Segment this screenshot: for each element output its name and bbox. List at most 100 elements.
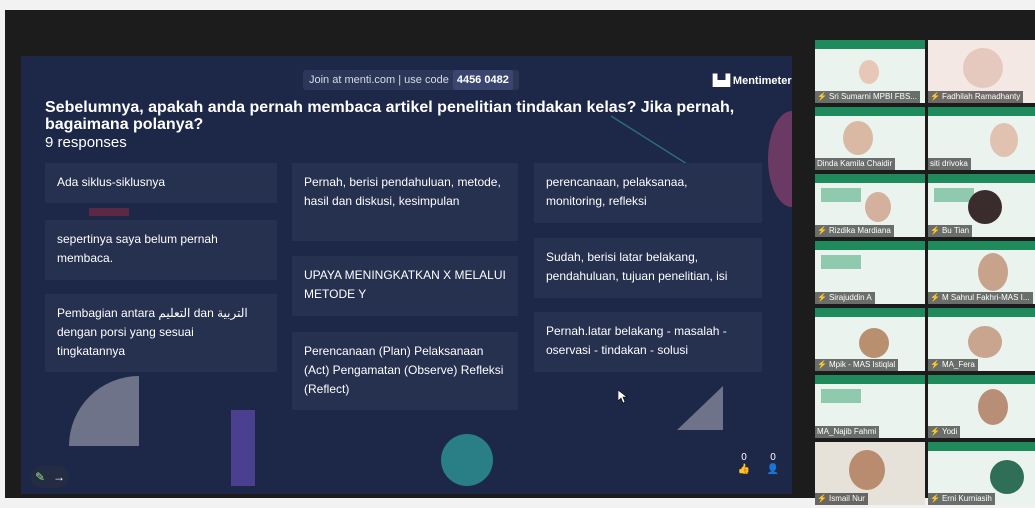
participant-tile[interactable]: siti drivoka	[928, 107, 1035, 170]
participant-tile[interactable]: ⚡ Ismail Nur	[815, 442, 925, 505]
participant-tile[interactable]: Dinda Kamila Chaidir	[815, 107, 925, 170]
slide-band	[815, 308, 925, 317]
slide-band	[815, 40, 925, 49]
slide-text	[934, 188, 974, 202]
mentimeter-brand: ▙▟ Mentimeter	[713, 74, 792, 87]
thumbs-up-icon: 👍	[737, 464, 751, 475]
participant-name: MA_Najib Fahmi	[815, 426, 880, 438]
participant-name: siti drivoka	[928, 158, 971, 170]
slide-band	[928, 107, 1035, 116]
mic-muted-icon: ⚡	[930, 360, 940, 369]
question-title: Sebelumnya, apakah anda pernah membaca a…	[45, 99, 735, 133]
mic-muted-icon: ⚡	[930, 494, 940, 503]
slide-band	[815, 174, 925, 183]
reactions-count: 0	[741, 452, 747, 463]
participant-tile[interactable]: ⚡ Fadhilah Ramadhanty	[928, 40, 1035, 103]
person-icon: 👤	[766, 464, 780, 475]
slide-band	[928, 375, 1035, 384]
slide-band	[815, 107, 925, 116]
participant-tile[interactable]: ⚡ MA_Fera	[928, 308, 1035, 371]
response-card: Sudah, berisi latar belakang, pendahulua…	[534, 238, 762, 298]
participant-face	[859, 60, 879, 84]
response-card: Pernah, berisi pendahuluan, metode, hasi…	[292, 163, 518, 241]
slide-band	[928, 308, 1035, 317]
participant-tile[interactable]: ⚡ Bu Tian	[928, 174, 1035, 237]
participant-tile[interactable]: ⚡ Sri Sumarni MPBI FBS...	[815, 40, 925, 103]
meeting-window: Join at menti.com | use code 4456 0482 ▙▟…	[5, 10, 1035, 505]
mic-muted-icon: ⚡	[817, 494, 827, 503]
slide-text	[821, 188, 861, 202]
response-card: UPAYA MENINGKATKAN X MELALUI METODE Y	[292, 256, 518, 316]
mic-muted-icon: ⚡	[930, 427, 940, 436]
shared-screen: Join at menti.com | use code 4456 0482 ▙▟…	[21, 56, 792, 494]
mic-muted-icon: ⚡	[817, 360, 827, 369]
participant-tile[interactable]: ⚡ M Sahrul Fakhri-MAS I...	[928, 241, 1035, 304]
pink-half-circle-shape	[768, 111, 792, 207]
participant-face	[843, 121, 873, 155]
red-strip-shape	[89, 208, 129, 216]
participant-tile[interactable]: ⚡ Mpik - MAS Istiqlal	[815, 308, 925, 371]
participant-face	[990, 123, 1018, 157]
reactions-indicator: 0 👍	[737, 452, 751, 476]
participant-tile[interactable]: MA_Najib Fahmi	[815, 375, 925, 438]
participants-indicator: 0 👤	[766, 452, 780, 476]
participant-name: ⚡ Bu Tian	[928, 225, 973, 237]
participant-tile[interactable]: ⚡ Erni Kurniasih	[928, 442, 1035, 505]
mentimeter-logo-icon: ▙▟	[713, 75, 730, 87]
response-card: sepertinya saya belum pernah membaca.	[45, 220, 277, 280]
triangle-shape	[677, 386, 723, 430]
mic-muted-icon: ⚡	[817, 92, 827, 101]
slide-text	[821, 255, 861, 269]
participant-name: ⚡ Mpik - MAS Istiqlal	[815, 359, 899, 371]
mouse-cursor-icon	[618, 390, 628, 404]
screen: Join at menti.com | use code 4456 0482 ▙▟…	[0, 0, 1035, 505]
participant-face	[849, 450, 885, 490]
participant-name: ⚡ Yodi	[928, 426, 961, 438]
response-card: Pembagian antara التعليم dan التربية den…	[45, 294, 277, 372]
join-banner: Join at menti.com | use code 4456 0482	[303, 70, 519, 90]
presenter-controls[interactable]: ✎ →	[31, 466, 69, 488]
participant-name: ⚡ Sirajuddin A	[815, 292, 875, 304]
participant-name: Dinda Kamila Chaidir	[815, 158, 896, 170]
mic-muted-icon: ⚡	[930, 226, 940, 235]
response-card: perencanaan, pelaksanaa, monitoring, ref…	[534, 163, 762, 223]
participant-name: ⚡ Sri Sumarni MPBI FBS...	[815, 91, 920, 103]
participant-face	[968, 190, 1002, 224]
responses-count: 9 responses	[45, 134, 127, 151]
participant-name: ⚡ Erni Kurniasih	[928, 493, 995, 505]
response-card: Perencanaan (Plan) Pelaksanaan (Act) Pen…	[292, 332, 518, 410]
join-text: Join at menti.com | use code	[309, 74, 449, 86]
participant-face	[978, 389, 1008, 425]
arrow-right-icon[interactable]: →	[53, 470, 65, 484]
participant-face	[865, 192, 891, 222]
participant-tile[interactable]: ⚡ Yodi	[928, 375, 1035, 438]
purple-bar-shape	[231, 410, 255, 486]
participants-count: 0	[770, 452, 776, 463]
slide-band	[815, 375, 925, 384]
participant-face	[968, 326, 1002, 358]
brand-name: Mentimeter	[732, 75, 792, 87]
pencil-icon[interactable]: ✎	[35, 470, 45, 484]
mic-muted-icon: ⚡	[817, 226, 827, 235]
participant-face	[963, 48, 1003, 88]
teal-circle-shape	[441, 434, 493, 486]
mic-muted-icon: ⚡	[930, 92, 940, 101]
slide-band	[928, 241, 1035, 250]
mic-muted-icon: ⚡	[930, 293, 940, 302]
mic-muted-icon: ⚡	[817, 293, 827, 302]
participant-name: ⚡ Ismail Nur	[815, 493, 868, 505]
quarter-circle-shape	[69, 376, 139, 446]
participant-tile[interactable]: ⚡ Sirajuddin A	[815, 241, 925, 304]
slide-band	[928, 442, 1035, 451]
join-code: 4456 0482	[452, 70, 513, 90]
participant-name: ⚡ M Sahrul Fakhri-MAS I...	[928, 292, 1033, 304]
participant-tile[interactable]: ⚡ Rizdika Mardiana	[815, 174, 925, 237]
participant-face	[990, 460, 1024, 494]
response-card: Pernah.latar belakang - masalah - oserva…	[534, 312, 762, 372]
participant-face	[859, 328, 889, 358]
response-card: Ada siklus-siklusnya	[45, 163, 277, 203]
slide-band	[815, 241, 925, 250]
participant-name: ⚡ MA_Fera	[928, 359, 978, 371]
slide-band	[928, 174, 1035, 183]
participant-name: ⚡ Rizdika Mardiana	[815, 225, 894, 237]
